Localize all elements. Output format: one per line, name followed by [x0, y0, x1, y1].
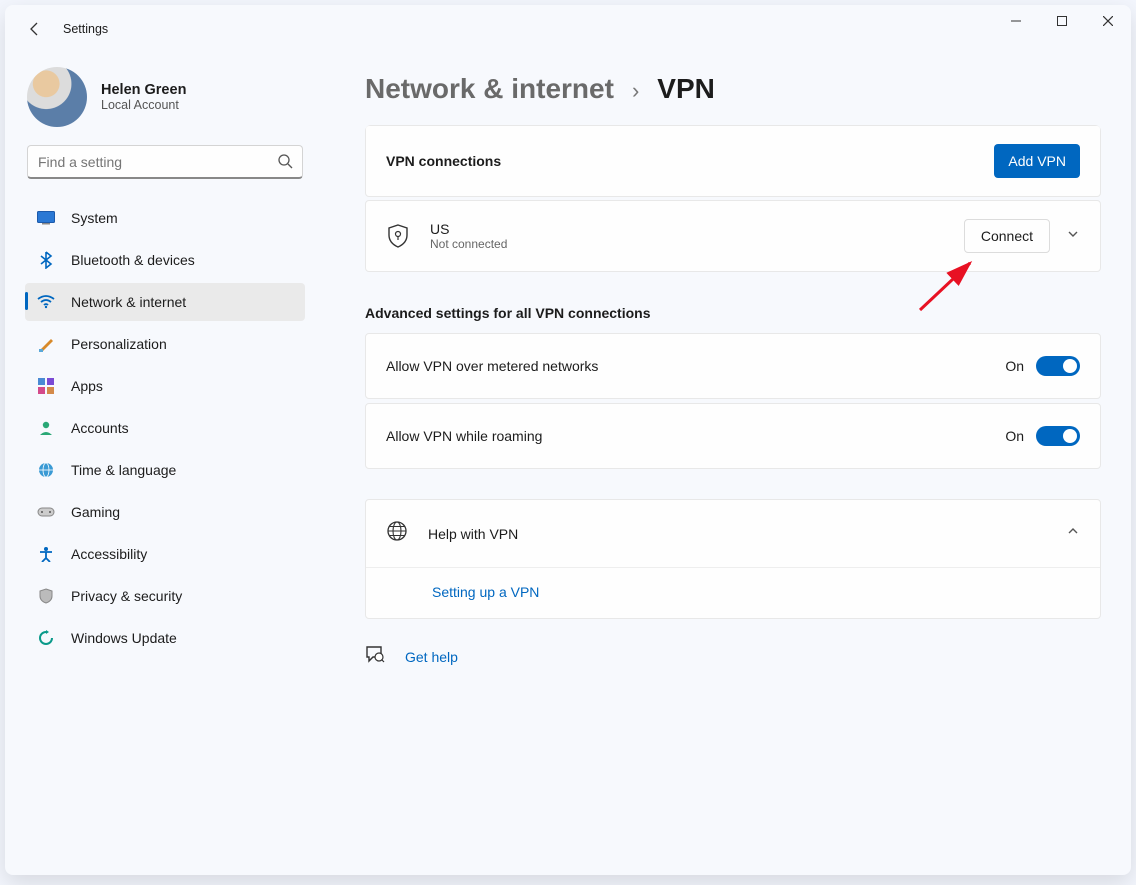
window-controls: [993, 5, 1131, 37]
toggle-label: Allow VPN over metered networks: [386, 358, 598, 374]
advanced-settings-title: Advanced settings for all VPN connection…: [365, 305, 1101, 321]
vpn-item-name: US: [430, 221, 507, 237]
back-button[interactable]: [25, 19, 45, 39]
vpn-item: US Not connected Connect: [365, 200, 1101, 272]
titlebar: Settings: [5, 5, 1131, 53]
avatar: [27, 67, 87, 127]
person-icon: [37, 419, 55, 437]
search-input[interactable]: [27, 145, 303, 179]
sidebar-item-label: Privacy & security: [71, 588, 182, 604]
get-help-icon: [365, 645, 385, 668]
sidebar-item-accounts[interactable]: Accounts: [25, 409, 305, 447]
globe-icon: [37, 461, 55, 479]
vpn-connections-group: VPN connections Add VPN US Not connected: [365, 125, 1101, 275]
sidebar-item-personalization[interactable]: Personalization: [25, 325, 305, 363]
sidebar-item-label: Bluetooth & devices: [71, 252, 195, 268]
sidebar-item-system[interactable]: System: [25, 199, 305, 237]
vpn-connections-label: VPN connections: [386, 153, 501, 169]
close-button[interactable]: [1085, 5, 1131, 37]
sidebar-item-label: Time & language: [71, 462, 176, 478]
minimize-button[interactable]: [993, 5, 1039, 37]
help-body: Setting up a VPN: [366, 567, 1100, 618]
profile-subtitle: Local Account: [101, 98, 186, 112]
accessibility-icon: [37, 545, 55, 563]
sidebar-item-label: Personalization: [71, 336, 167, 352]
maximize-button[interactable]: [1039, 5, 1085, 37]
get-help-link[interactable]: Get help: [405, 649, 458, 665]
shield-icon: [37, 587, 55, 605]
toggle-roaming: Allow VPN while roaming On: [365, 403, 1101, 469]
sidebar-item-label: Accounts: [71, 420, 129, 436]
toggle-label: Allow VPN while roaming: [386, 428, 542, 444]
help-card: Help with VPN Setting up a VPN: [365, 499, 1101, 619]
gamepad-icon: [37, 503, 55, 521]
sidebar-nav: System Bluetooth & devices Network & int…: [9, 189, 321, 661]
connect-button[interactable]: Connect: [964, 219, 1050, 253]
toggle-state-label: On: [1005, 428, 1024, 444]
sidebar-item-privacy[interactable]: Privacy & security: [25, 577, 305, 615]
sidebar-item-network[interactable]: Network & internet: [25, 283, 305, 321]
search-icon: [277, 153, 293, 174]
apps-icon: [37, 377, 55, 395]
breadcrumb-parent[interactable]: Network & internet: [365, 73, 614, 105]
sidebar-item-label: Windows Update: [71, 630, 177, 646]
add-vpn-button[interactable]: Add VPN: [994, 144, 1080, 178]
sidebar-item-time-language[interactable]: Time & language: [25, 451, 305, 489]
vpn-item-status: Not connected: [430, 237, 507, 251]
chevron-right-icon: ›: [632, 78, 639, 104]
chevron-down-icon[interactable]: [1066, 227, 1080, 246]
page-title: VPN: [657, 73, 715, 105]
content-area: Network & internet › VPN VPN connections…: [325, 53, 1131, 875]
sidebar-item-apps[interactable]: Apps: [25, 367, 305, 405]
globe-help-icon: [386, 520, 408, 547]
settings-window: Settings Helen Green Local Account: [5, 5, 1131, 875]
get-help-row: Get help: [365, 645, 1101, 668]
toggle-state-label: On: [1005, 358, 1024, 374]
help-link[interactable]: Setting up a VPN: [432, 584, 539, 600]
sidebar-item-label: Apps: [71, 378, 103, 394]
vpn-connections-header: VPN connections Add VPN: [365, 125, 1101, 197]
search-box: [27, 145, 303, 179]
toggle-switch-roaming[interactable]: [1036, 426, 1080, 446]
app-title: Settings: [63, 22, 108, 36]
toggle-switch-metered[interactable]: [1036, 356, 1080, 376]
chevron-up-icon: [1066, 524, 1080, 543]
toggle-metered: Allow VPN over metered networks On: [365, 333, 1101, 399]
update-icon: [37, 629, 55, 647]
help-header[interactable]: Help with VPN: [366, 500, 1100, 567]
sidebar-item-bluetooth[interactable]: Bluetooth & devices: [25, 241, 305, 279]
sidebar-item-windows-update[interactable]: Windows Update: [25, 619, 305, 657]
brush-icon: [37, 335, 55, 353]
profile-block[interactable]: Helen Green Local Account: [9, 67, 321, 145]
help-title: Help with VPN: [428, 526, 518, 542]
wifi-icon: [37, 293, 55, 311]
system-icon: [37, 209, 55, 227]
sidebar-item-accessibility[interactable]: Accessibility: [25, 535, 305, 573]
sidebar-item-label: Accessibility: [71, 546, 147, 562]
bluetooth-icon: [37, 251, 55, 269]
sidebar-item-label: Gaming: [71, 504, 120, 520]
sidebar-item-label: System: [71, 210, 118, 226]
sidebar-item-gaming[interactable]: Gaming: [25, 493, 305, 531]
breadcrumb: Network & internet › VPN: [365, 73, 1101, 105]
profile-name: Helen Green: [101, 82, 186, 98]
sidebar: Helen Green Local Account System Bluetoo…: [5, 53, 325, 875]
sidebar-item-label: Network & internet: [71, 294, 186, 310]
vpn-shield-icon: [386, 224, 410, 248]
